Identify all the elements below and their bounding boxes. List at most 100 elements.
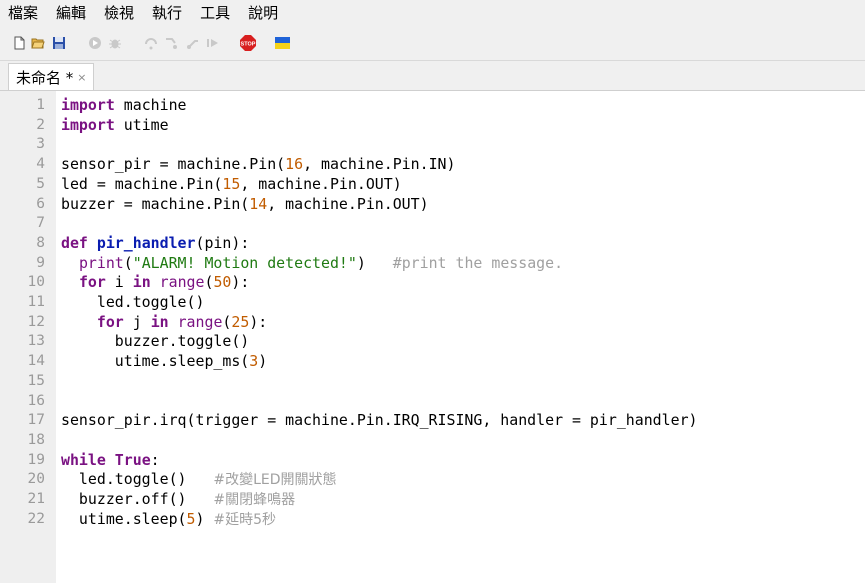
code-token: for bbox=[96, 312, 124, 331]
code-token: 16 bbox=[285, 155, 304, 174]
code-token: #改變LED開關狀態 bbox=[213, 472, 337, 489]
line-number-gutter: 1 2 3 4 5 6 7 8 9 10 11 12 13 14 15 16 17 18 19 20 21 22 bbox=[0, 91, 56, 583]
code-line[interactable]: while True: bbox=[61, 451, 160, 471]
line-number: 21 bbox=[27, 491, 45, 507]
code-token: sensor_pir = machine.Pin( bbox=[61, 155, 286, 174]
line-number: 9 bbox=[36, 254, 45, 271]
code-token: ): bbox=[249, 312, 268, 331]
menu-view[interactable]: 檢視 bbox=[95, 1, 143, 25]
code-line[interactable]: def pir_handler(pin): bbox=[61, 234, 249, 254]
new-file-icon[interactable] bbox=[12, 36, 26, 50]
code-token: , machine.Pin.IN) bbox=[303, 155, 456, 174]
code-line[interactable]: led.toggle() #改變LED開關狀態 bbox=[61, 470, 337, 491]
step-out-icon[interactable] bbox=[186, 36, 200, 50]
code-line[interactable]: buzzer.off() #關閉蜂鳴器 bbox=[61, 490, 295, 511]
code-token: def bbox=[61, 233, 88, 252]
line-number: 10 bbox=[27, 274, 45, 291]
code-token: 3 bbox=[249, 352, 259, 371]
code-line[interactable]: sensor_pir.irq(trigger = machine.Pin.IRQ… bbox=[61, 411, 698, 431]
code-token: #關閉蜂鳴器 bbox=[213, 492, 296, 508]
step-over-icon[interactable] bbox=[144, 36, 158, 50]
line-number: 20 bbox=[27, 471, 45, 488]
code-token: range bbox=[177, 312, 223, 331]
stop-icon[interactable]: STOP bbox=[240, 35, 256, 51]
code-token: pir_handler bbox=[96, 233, 196, 252]
code-line[interactable]: buzzer.toggle() bbox=[61, 332, 249, 352]
code-token: , machine.Pin.OUT) bbox=[267, 194, 429, 213]
code-token: j bbox=[123, 312, 151, 331]
code-token: sensor_pir.irq(trigger = machine.Pin.IRQ… bbox=[61, 411, 698, 430]
code-token: , machine.Pin.OUT) bbox=[240, 174, 402, 193]
code-line[interactable]: utime.sleep(5) #延時5秒 bbox=[61, 510, 276, 531]
code-line[interactable]: led.toggle() bbox=[61, 293, 205, 313]
ukraine-flag-icon[interactable] bbox=[275, 37, 290, 49]
tab-untitled[interactable]: 未命名 * × bbox=[8, 63, 94, 91]
code-token: led.toggle() bbox=[61, 293, 205, 311]
code-token: range bbox=[159, 273, 205, 292]
code-token: for bbox=[78, 273, 106, 292]
line-number: 4 bbox=[36, 156, 45, 173]
code-token: ) bbox=[258, 352, 268, 371]
code-line[interactable]: led = machine.Pin(15, machine.Pin.OUT) bbox=[61, 175, 402, 195]
line-number: 17 bbox=[27, 412, 45, 429]
line-number: 15 bbox=[27, 372, 45, 389]
code-line[interactable]: for j in range(25): bbox=[61, 313, 267, 333]
code-line[interactable]: for i in range(50): bbox=[61, 273, 249, 293]
code-token: utime.sleep_ms( bbox=[61, 352, 250, 371]
code-token: 50 bbox=[213, 273, 232, 292]
line-number: 6 bbox=[36, 195, 45, 212]
run-icon[interactable] bbox=[88, 36, 102, 50]
code-line[interactable]: utime.sleep_ms(3) bbox=[61, 352, 267, 372]
tab-title: 未命名 * bbox=[16, 69, 74, 87]
code-token: ( bbox=[123, 253, 133, 272]
step-into-icon[interactable] bbox=[164, 36, 178, 50]
code-token: ): bbox=[231, 273, 250, 292]
code-token: i bbox=[105, 273, 133, 292]
menu-edit[interactable]: 編輯 bbox=[47, 1, 95, 25]
code-token: import bbox=[61, 96, 115, 114]
code-line[interactable]: import machine bbox=[61, 96, 187, 116]
code-token: utime bbox=[114, 115, 169, 134]
menu-file[interactable]: 檔案 bbox=[0, 1, 47, 25]
line-number: 7 bbox=[36, 215, 45, 232]
line-number: 13 bbox=[27, 333, 45, 350]
code-token: buzzer = machine.Pin( bbox=[61, 194, 250, 213]
code-token: led = machine.Pin( bbox=[61, 174, 223, 193]
code-token: in bbox=[150, 312, 169, 331]
menu-tools[interactable]: 工具 bbox=[191, 1, 239, 25]
debug-icon[interactable] bbox=[108, 36, 122, 50]
line-number: 14 bbox=[27, 353, 45, 370]
open-folder-icon[interactable] bbox=[31, 36, 45, 50]
menu-run[interactable]: 執行 bbox=[143, 1, 191, 25]
code-token: buzzer.toggle() bbox=[61, 332, 250, 351]
menu-help[interactable]: 說明 bbox=[239, 1, 287, 25]
line-number: 2 bbox=[36, 116, 45, 133]
close-icon[interactable]: × bbox=[77, 71, 86, 84]
save-icon[interactable] bbox=[52, 36, 66, 50]
line-number: 12 bbox=[27, 313, 45, 330]
code-token: while bbox=[61, 450, 106, 469]
code-token: ) bbox=[195, 509, 214, 528]
line-number: 3 bbox=[36, 136, 45, 153]
code-token: #print the message. bbox=[392, 253, 564, 272]
code-line[interactable]: print("ALARM! Motion detected!") #print … bbox=[61, 254, 563, 274]
toolbar: STOP bbox=[0, 26, 865, 61]
menu-bar: 檔案 編輯 檢視 執行 工具 說明 bbox=[0, 0, 865, 26]
resume-icon[interactable] bbox=[206, 36, 220, 50]
code-token: : bbox=[150, 450, 160, 469]
line-number: 8 bbox=[36, 234, 45, 251]
code-token: in bbox=[132, 273, 151, 292]
line-number: 18 bbox=[27, 431, 45, 448]
code-line[interactable]: import utime bbox=[61, 116, 169, 136]
code-line[interactable]: buzzer = machine.Pin(14, machine.Pin.OUT… bbox=[61, 195, 429, 215]
line-number: 11 bbox=[27, 294, 45, 310]
code-token: print bbox=[78, 253, 124, 272]
code-line[interactable]: sensor_pir = machine.Pin(16, machine.Pin… bbox=[61, 155, 455, 175]
code-editor[interactable]: 1 2 3 4 5 6 7 8 9 10 11 12 13 14 15 16 17 18 19 20 21 22 impo… bbox=[0, 90, 865, 583]
